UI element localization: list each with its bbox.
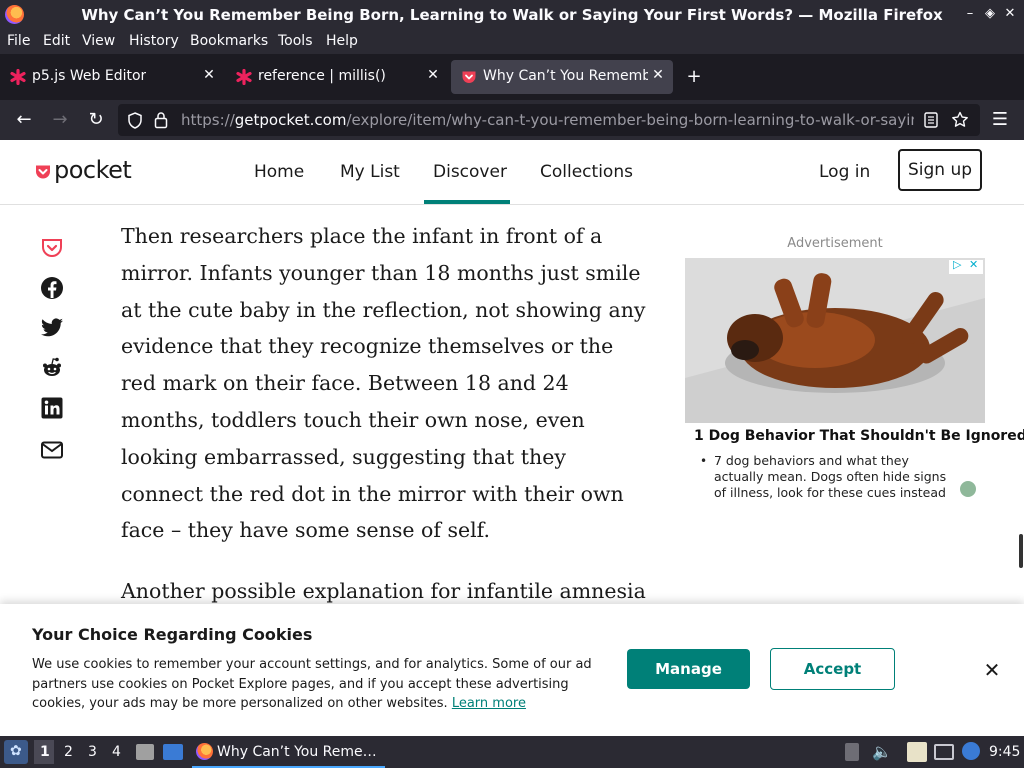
workspace-2[interactable]: 2 [64, 744, 73, 760]
menu-view[interactable]: View [82, 33, 115, 49]
tab-label: Why Can’t You Remembe [483, 68, 648, 84]
pocket-logo-text: pocket [54, 156, 132, 184]
menu-edit[interactable]: Edit [43, 33, 70, 49]
menu-file[interactable]: File [7, 33, 30, 49]
menu-help[interactable]: Help [326, 33, 358, 49]
close-tab-icon[interactable]: ✕ [651, 67, 665, 85]
clock[interactable]: 9:45 [989, 744, 1020, 760]
login-link[interactable]: Log in [819, 162, 870, 182]
notification-icon[interactable] [962, 742, 980, 760]
menu-history[interactable]: History [129, 33, 179, 49]
clipboard-icon[interactable] [907, 742, 927, 762]
tab-strip: p5.js Web Editor ✕ reference | millis() … [0, 54, 1024, 100]
close-window-icon[interactable]: ✕ [1002, 6, 1018, 22]
maximize-icon[interactable]: ◈ [982, 6, 998, 22]
volume-icon[interactable]: 🔈 [872, 742, 892, 762]
nav-discover[interactable]: Discover [433, 162, 507, 182]
facebook-icon[interactable] [40, 276, 64, 300]
lock-icon[interactable] [154, 111, 168, 129]
taskbar-firefox-window[interactable]: Why Can’t You Reme… [192, 739, 385, 768]
linkedin-icon[interactable] [40, 396, 64, 420]
reload-icon[interactable]: ↻ [85, 109, 107, 131]
nav-my-list[interactable]: My List [340, 162, 400, 182]
tray-upload-icon[interactable] [845, 743, 859, 761]
pocket-logo[interactable]: pocket [35, 156, 135, 187]
menu-bookmarks[interactable]: Bookmarks [190, 33, 268, 49]
pocket-logo-icon [36, 165, 50, 179]
url-bar[interactable]: https://getpocket.com/explore/item/why-c… [118, 104, 980, 136]
manage-button[interactable]: Manage [627, 649, 750, 689]
bookmark-star-icon[interactable] [951, 111, 969, 129]
ad-description[interactable]: 7 dog behaviors and what they actually m… [714, 453, 949, 501]
new-tab-icon[interactable]: + [683, 66, 705, 88]
email-icon[interactable] [40, 438, 64, 462]
twitter-icon[interactable] [40, 316, 64, 340]
dog-illustration [685, 258, 985, 423]
forward-icon[interactable]: → [49, 109, 71, 131]
ad-advertiser-logo [960, 481, 976, 497]
taskbar-window-label: Why Can’t You Reme… [217, 744, 377, 760]
p5-asterisk-icon [10, 69, 26, 85]
close-tab-icon[interactable]: ✕ [202, 67, 216, 85]
reddit-icon[interactable] [40, 356, 64, 380]
shield-icon[interactable] [127, 112, 143, 129]
cookie-title: Your Choice Regarding Cookies [32, 625, 313, 644]
taskbar: ✿ 1 2 3 4 Why Can’t You Reme… 🔈 9:45 [0, 736, 1024, 768]
site-header: pocket Home My List Discover Collections… [0, 140, 1024, 205]
ad-bullet-icon: • [700, 454, 708, 468]
tab-p5-editor[interactable]: p5.js Web Editor ✕ [0, 60, 224, 94]
tab-pocket-article[interactable]: Why Can’t You Remembe ✕ [451, 60, 673, 94]
pocket-icon [462, 71, 476, 83]
ad-choices-icon[interactable]: ▷ ✕ [949, 258, 983, 274]
network-icon[interactable] [934, 744, 954, 760]
nav-collections[interactable]: Collections [540, 162, 633, 182]
accept-button[interactable]: Accept [770, 648, 895, 690]
file-manager-icon[interactable] [136, 744, 154, 760]
pocket-save-icon[interactable] [40, 236, 64, 260]
tab-reference[interactable]: reference | millis() ✕ [226, 60, 448, 94]
navigation-bar: ← → ↻ https://getpocket.com/explore/item… [0, 100, 1024, 140]
cookie-text: We use cookies to remember your account … [32, 657, 592, 711]
cookie-banner: Your Choice Regarding Cookies We use coo… [0, 604, 1024, 736]
menu-tools[interactable]: Tools [278, 33, 313, 49]
learn-more-link[interactable]: Learn more [452, 696, 526, 711]
window-title-bar: Why Can’t You Remember Being Born, Learn… [0, 0, 1024, 30]
tab-label: reference | millis() [258, 68, 386, 84]
window-title: Why Can’t You Remember Being Born, Learn… [81, 6, 943, 24]
article-paragraph: Then researchers place the infant in fro… [121, 224, 646, 543]
active-tab-indicator [424, 200, 510, 204]
signup-button[interactable]: Sign up [898, 149, 982, 191]
close-tab-icon[interactable]: ✕ [426, 67, 440, 85]
workspace-1[interactable]: 1 [40, 744, 50, 760]
workspace-4[interactable]: 4 [112, 744, 121, 760]
minimize-icon[interactable]: – [962, 6, 978, 22]
ad-title[interactable]: 1 Dog Behavior That Shouldn't Be Ignored [694, 428, 1024, 444]
p5-asterisk-icon [236, 69, 252, 85]
desktop-icon[interactable] [163, 744, 183, 760]
close-icon[interactable]: ✕ [982, 660, 1002, 680]
hamburger-menu-icon[interactable]: ☰ [989, 109, 1011, 131]
url-text[interactable]: https://getpocket.com/explore/item/why-c… [181, 111, 914, 129]
tab-label: p5.js Web Editor [32, 68, 147, 84]
menu-bar: File Edit View History Bookmarks Tools H… [0, 30, 1024, 54]
workspace-3[interactable]: 3 [88, 744, 97, 760]
back-icon[interactable]: ← [13, 109, 35, 131]
ad-image[interactable]: ▷ ✕ [685, 258, 985, 423]
start-menu-icon[interactable]: ✿ [4, 740, 28, 764]
scrollbar-thumb[interactable] [1019, 534, 1023, 568]
reader-view-icon[interactable] [924, 112, 938, 128]
nav-home[interactable]: Home [254, 162, 304, 182]
firefox-icon [196, 743, 213, 760]
advertisement-label: Advertisement [787, 236, 883, 251]
